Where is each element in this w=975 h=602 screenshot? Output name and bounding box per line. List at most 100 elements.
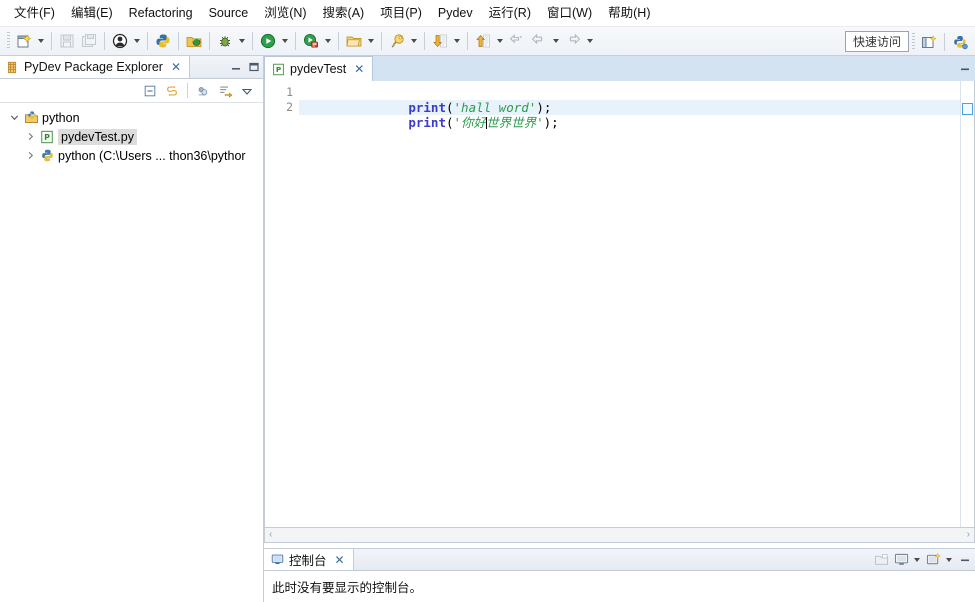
- line-number: 1: [286, 85, 293, 99]
- code-token-string: 世界世界': [486, 115, 544, 130]
- close-icon[interactable]: ✕: [171, 61, 181, 73]
- minimize-console-button[interactable]: [955, 549, 975, 570]
- python-interpreter-icon: [38, 148, 56, 163]
- minimize-editor-button[interactable]: [955, 56, 975, 81]
- external-tools-icon[interactable]: [300, 30, 322, 52]
- tree-label: pydevTest.py: [58, 128, 137, 145]
- view-menu-button[interactable]: [237, 81, 257, 101]
- back-dropdown-arrow[interactable]: [550, 30, 562, 52]
- menu-file[interactable]: 文件(F): [6, 3, 63, 23]
- run-dropdown-arrow[interactable]: [279, 30, 291, 52]
- next-annotation-dropdown-arrow[interactable]: [451, 30, 463, 52]
- menu-pydev[interactable]: Pydev: [430, 3, 481, 23]
- forward-dropdown-arrow[interactable]: [584, 30, 596, 52]
- code-editor[interactable]: 1 2 print('hall word'); print('你好世界世界');: [264, 81, 975, 528]
- open-perspective-icon[interactable]: [918, 31, 940, 53]
- line-number: 2: [286, 100, 293, 114]
- close-icon[interactable]: ✕: [335, 554, 345, 566]
- open-resource-dropdown-arrow[interactable]: [408, 30, 420, 52]
- menu-navigate[interactable]: 浏览(N): [256, 3, 314, 23]
- open-console-icon[interactable]: [871, 549, 891, 570]
- new-wizard-dropdown-arrow[interactable]: [35, 30, 47, 52]
- svg-text:P: P: [44, 132, 50, 141]
- toolbar-grip[interactable]: [7, 32, 10, 50]
- tree-item-python-interpreter[interactable]: python (C:\Users ... thon36\pythor: [0, 146, 263, 165]
- console-view: 控制台 ✕ 此时没有要显示的控制台。: [264, 548, 975, 602]
- toolbar-grip[interactable]: [912, 32, 915, 51]
- display-selected-console-icon[interactable]: [891, 549, 911, 570]
- quick-access-input[interactable]: 快速访问: [844, 31, 909, 52]
- pydev-package-icon[interactable]: [183, 30, 205, 52]
- package-explorer-tab-label: PyDev Package Explorer: [24, 60, 163, 74]
- tab-pydevtest[interactable]: P pydevTest ✕: [264, 56, 374, 81]
- overview-ruler-marker[interactable]: [962, 103, 973, 115]
- code-line-1[interactable]: print('hall word');: [299, 85, 960, 115]
- editor-stack: P pydevTest ✕ 1 2 print('hall word'); pr…: [264, 56, 975, 548]
- tree-item-python-project[interactable]: python: [0, 108, 263, 127]
- forward-icon[interactable]: [562, 30, 584, 52]
- pydev-perspective-icon[interactable]: [949, 31, 971, 53]
- code-token-string: '你好: [453, 115, 487, 130]
- back-icon[interactable]: [528, 30, 550, 52]
- chevron-right-icon[interactable]: [22, 132, 38, 141]
- menu-help[interactable]: 帮助(H): [600, 3, 658, 23]
- tab-pydev-package-explorer[interactable]: PyDev Package Explorer ✕: [0, 56, 191, 78]
- new-console-view-dropdown-arrow[interactable]: [943, 549, 955, 571]
- menu-refactoring[interactable]: Refactoring: [121, 3, 201, 23]
- display-selected-console-dropdown-arrow[interactable]: [911, 549, 923, 571]
- tab-console[interactable]: 控制台 ✕: [264, 549, 354, 570]
- last-edit-location-icon[interactable]: [506, 30, 528, 52]
- menu-search[interactable]: 搜索(A): [315, 3, 373, 23]
- menu-project[interactable]: 项目(P): [372, 3, 430, 23]
- debug-dropdown-arrow[interactable]: [236, 30, 248, 52]
- console-empty-message: 此时没有要显示的控制台。: [272, 581, 423, 595]
- tree-label: python: [42, 110, 80, 125]
- workbench: PyDev Package Explorer ✕ python P pydevT…: [0, 56, 975, 602]
- open-type-dropdown-arrow[interactable]: [365, 30, 377, 52]
- svg-text:P: P: [276, 65, 282, 74]
- maximize-view-button[interactable]: [245, 56, 263, 78]
- next-annotation-icon[interactable]: [429, 30, 451, 52]
- scroll-left-icon[interactable]: ‹: [267, 530, 274, 540]
- pydev-python-icon[interactable]: [152, 30, 174, 52]
- debug-icon[interactable]: [214, 30, 236, 52]
- chevron-right-icon[interactable]: [22, 151, 38, 160]
- menu-edit[interactable]: 编辑(E): [63, 3, 121, 23]
- chevron-down-icon[interactable]: [6, 113, 22, 122]
- run-icon[interactable]: [257, 30, 279, 52]
- open-resource-icon[interactable]: [386, 30, 408, 52]
- project-tree[interactable]: python P pydevTest.py python (C:\Users .…: [0, 103, 263, 602]
- sort-button[interactable]: [215, 81, 235, 101]
- python-project-icon: [22, 110, 40, 125]
- editor-horizontal-scrollbar[interactable]: ‹ ›: [264, 528, 975, 543]
- scroll-right-icon[interactable]: ›: [965, 530, 972, 540]
- previous-annotation-icon[interactable]: [472, 30, 494, 52]
- previous-annotation-dropdown-arrow[interactable]: [494, 30, 506, 52]
- toolbar-separator: [467, 32, 468, 50]
- code-token-punct: );: [536, 100, 552, 115]
- new-console-view-icon[interactable]: [923, 549, 943, 570]
- menu-run[interactable]: 运行(R): [481, 3, 539, 23]
- external-tools-dropdown-arrow[interactable]: [322, 30, 334, 52]
- close-icon[interactable]: ✕: [354, 63, 364, 75]
- minimize-view-button[interactable]: [227, 56, 245, 78]
- user-profile-dropdown-arrow[interactable]: [131, 30, 143, 52]
- new-wizard-icon[interactable]: [13, 30, 35, 52]
- collapse-all-button[interactable]: [140, 81, 160, 101]
- menu-source[interactable]: Source: [201, 3, 257, 23]
- user-profile-icon[interactable]: [109, 30, 131, 52]
- toolbar-separator: [147, 32, 148, 50]
- editor-and-console-area: P pydevTest ✕ 1 2 print('hall word'); pr…: [264, 56, 975, 602]
- toolbar-separator: [209, 32, 210, 50]
- open-type-icon[interactable]: [343, 30, 365, 52]
- toolbar-separator: [944, 32, 945, 51]
- filter-button[interactable]: [193, 81, 213, 101]
- save-all-icon[interactable]: [78, 30, 100, 52]
- tree-item-pydevtest-py[interactable]: P pydevTest.py: [0, 127, 263, 146]
- overview-ruler[interactable]: [960, 81, 974, 527]
- toolbar-separator: [187, 83, 188, 98]
- link-with-editor-button[interactable]: [162, 81, 182, 101]
- menu-window[interactable]: 窗口(W): [539, 3, 600, 23]
- save-icon[interactable]: [56, 30, 78, 52]
- code-text-area[interactable]: print('hall word'); print('你好世界世界');: [299, 81, 960, 527]
